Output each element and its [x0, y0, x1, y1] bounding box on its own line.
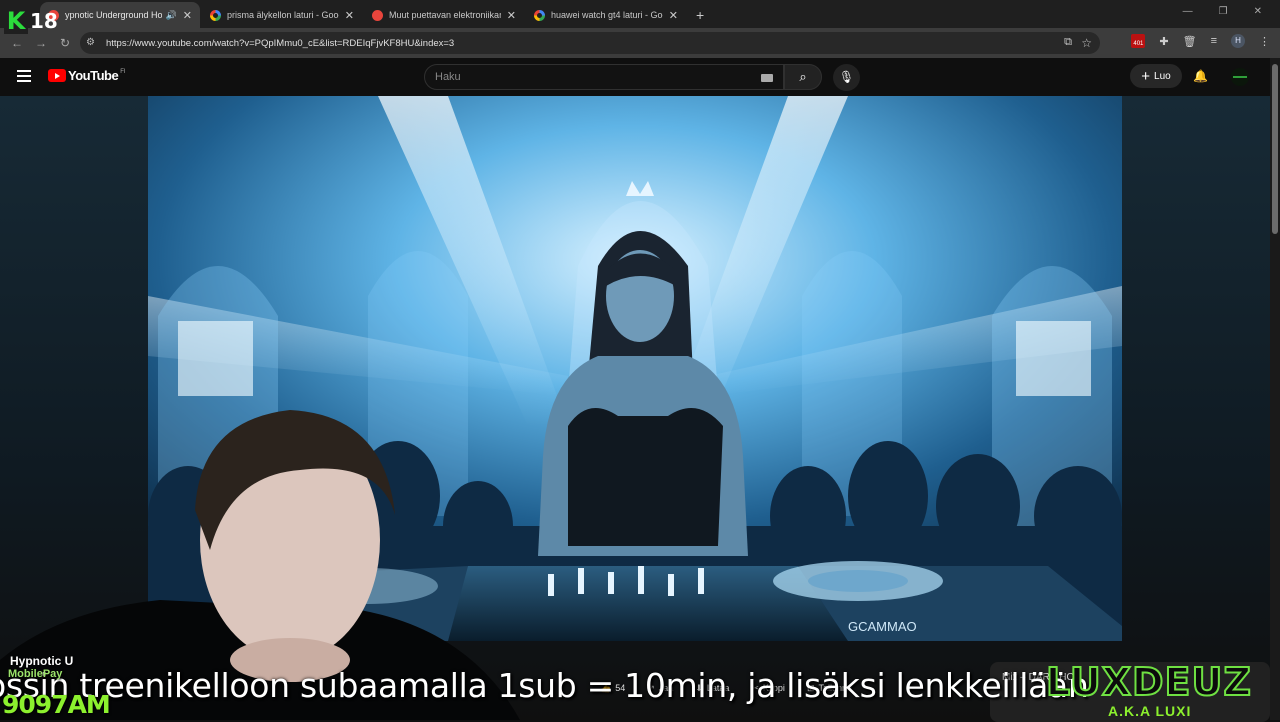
youtube-logo-text: YouTube: [68, 68, 119, 83]
browser-tab-strip: ypnotic Underground Ho 🔊 ✕ prisma älykel…: [0, 0, 1280, 28]
tab-elektroniikka[interactable]: Muut puettavan elektroniikan ✕: [364, 2, 524, 28]
close-tab-icon[interactable]: ✕: [345, 9, 354, 22]
stream-ticker-text: ossin treenikelloon subaamalla 1sub = 10…: [0, 666, 1089, 705]
create-button[interactable]: + Luo: [1130, 64, 1182, 88]
media-control-icon[interactable]: ≡: [1211, 35, 1217, 47]
extensions-area: 401 ✚ 🗑 ≡ H ⋮: [1131, 34, 1270, 48]
search-input[interactable]: Haku: [424, 64, 784, 90]
youtube-play-icon: [48, 69, 66, 82]
tab-label: huawei watch gt4 laturi - Goog: [551, 10, 663, 20]
minimize-icon[interactable]: —: [1183, 6, 1193, 17]
tab-huawei[interactable]: huawei watch gt4 laturi - Goog ✕: [526, 2, 686, 28]
youtube-logo[interactable]: YouTube FI: [48, 68, 126, 83]
brand-text: LUXDEUZ: [1045, 659, 1252, 705]
url-field[interactable]: ⚙ https://www.youtube.com/watch?v=PQpIMm…: [80, 32, 1100, 54]
new-tab-icon[interactable]: +: [696, 7, 704, 23]
keyboard-icon[interactable]: [761, 74, 773, 82]
create-label: Luo: [1154, 70, 1171, 82]
address-bar: ← → ↻ ⚙ https://www.youtube.com/watch?v=…: [0, 28, 1280, 58]
hamburger-menu-icon[interactable]: [17, 70, 31, 85]
trash-icon[interactable]: 🗑: [1183, 35, 1197, 48]
forward-icon[interactable]: →: [34, 36, 48, 50]
k18-rating-logo: K 18: [4, 6, 60, 36]
search-placeholder: Haku: [435, 71, 461, 83]
mixer-brand-text: GCAMMAO: [848, 619, 917, 634]
bookmark-star-icon[interactable]: ☆: [1081, 36, 1092, 50]
google-favicon-icon: [210, 9, 221, 21]
plus-icon: +: [1141, 67, 1151, 85]
tab-label: prisma älykellon laturi - Google: [227, 10, 339, 20]
close-tab-icon[interactable]: ✕: [507, 9, 516, 22]
search-icon: ⌕: [799, 69, 807, 84]
notifications-bell-icon[interactable]: 🔔: [1193, 69, 1208, 83]
speaker-icon[interactable]: 🔊: [166, 10, 177, 21]
google-favicon-icon: [534, 9, 545, 21]
profile-avatar[interactable]: H: [1231, 34, 1245, 48]
back-icon[interactable]: ←: [10, 36, 24, 50]
window-controls: — ❐ ✕: [1165, 0, 1280, 23]
youtube-header: YouTube FI Haku ⌕ 🎙 + Luo 🔔: [0, 58, 1270, 96]
mobilepay-label: MobilePay: [8, 668, 63, 680]
browser-menu-icon[interactable]: ⋮: [1259, 35, 1270, 48]
search-button[interactable]: ⌕: [784, 64, 822, 90]
voice-search-button[interactable]: 🎙: [833, 64, 860, 91]
user-avatar[interactable]: [1231, 68, 1249, 86]
maximize-icon[interactable]: ❐: [1219, 6, 1228, 17]
install-app-icon[interactable]: ⧉: [1064, 36, 1072, 49]
k18-number: 18: [30, 9, 58, 33]
close-window-icon[interactable]: ✕: [1254, 6, 1262, 17]
tab-label: Muut puettavan elektroniikan: [389, 10, 501, 20]
url-text: https://www.youtube.com/watch?v=PQpIMmu0…: [106, 37, 455, 49]
tab-label: ypnotic Underground Ho: [65, 10, 162, 20]
reload-icon[interactable]: ↻: [58, 36, 72, 50]
close-tab-icon[interactable]: ✕: [183, 9, 192, 22]
extensions-puzzle-icon[interactable]: ✚: [1159, 35, 1168, 48]
luxdeuz-logo: LUXDEUZ A.K.A LUXI: [1040, 659, 1280, 720]
extension-badge-icon[interactable]: 401: [1131, 34, 1146, 48]
close-tab-icon[interactable]: ✕: [669, 9, 678, 22]
tab-youtube[interactable]: ypnotic Underground Ho 🔊 ✕: [40, 2, 200, 28]
site-favicon-icon: [372, 9, 383, 21]
brand-subtext: A.K.A LUXI: [1108, 703, 1192, 719]
scrollbar-thumb[interactable]: [1272, 64, 1278, 234]
tab-prisma[interactable]: prisma älykellon laturi - Google ✕: [202, 2, 362, 28]
stream-name-label: Hypnotic U: [10, 654, 74, 668]
k18-letter: K: [4, 8, 28, 34]
microphone-icon: 🎙: [838, 70, 855, 84]
mobilepay-code: 9097AM: [2, 690, 111, 719]
page-scrollbar[interactable]: [1270, 58, 1280, 720]
country-code: FI: [120, 68, 126, 75]
site-info-icon[interactable]: ⚙: [86, 37, 98, 49]
